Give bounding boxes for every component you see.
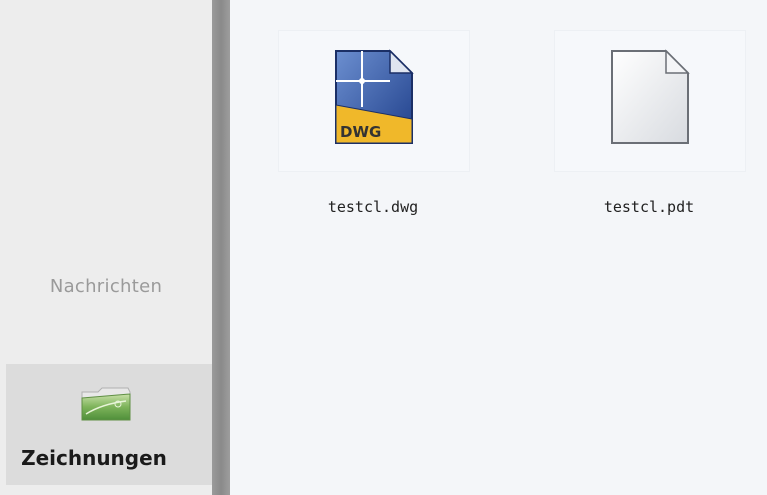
generic-file-icon [611, 49, 690, 144]
file-name[interactable]: testcl.pdt [554, 198, 744, 216]
dwg-icon-label: DWG [340, 123, 381, 141]
sidebar-item-nachrichten[interactable]: Nachrichten [0, 258, 212, 338]
sidebar-splitter[interactable] [212, 0, 230, 495]
sidebar: Nachrichten Zeichnungen [0, 0, 212, 495]
dwg-file-icon: DWG [335, 49, 414, 144]
folder-drawings-icon [81, 387, 131, 421]
sidebar-item-zeichnungen[interactable]: Zeichnungen [6, 364, 212, 485]
file-browser: DWG testcl.dwg testcl.pdt [230, 0, 767, 495]
file-tile-testcl-dwg[interactable]: DWG [278, 30, 470, 172]
file-tile-testcl-pdt[interactable] [554, 30, 746, 172]
file-name[interactable]: testcl.dwg [278, 198, 468, 216]
sidebar-item-label: Zeichnungen [21, 446, 167, 470]
sidebar-item-label: Nachrichten [49, 276, 163, 297]
